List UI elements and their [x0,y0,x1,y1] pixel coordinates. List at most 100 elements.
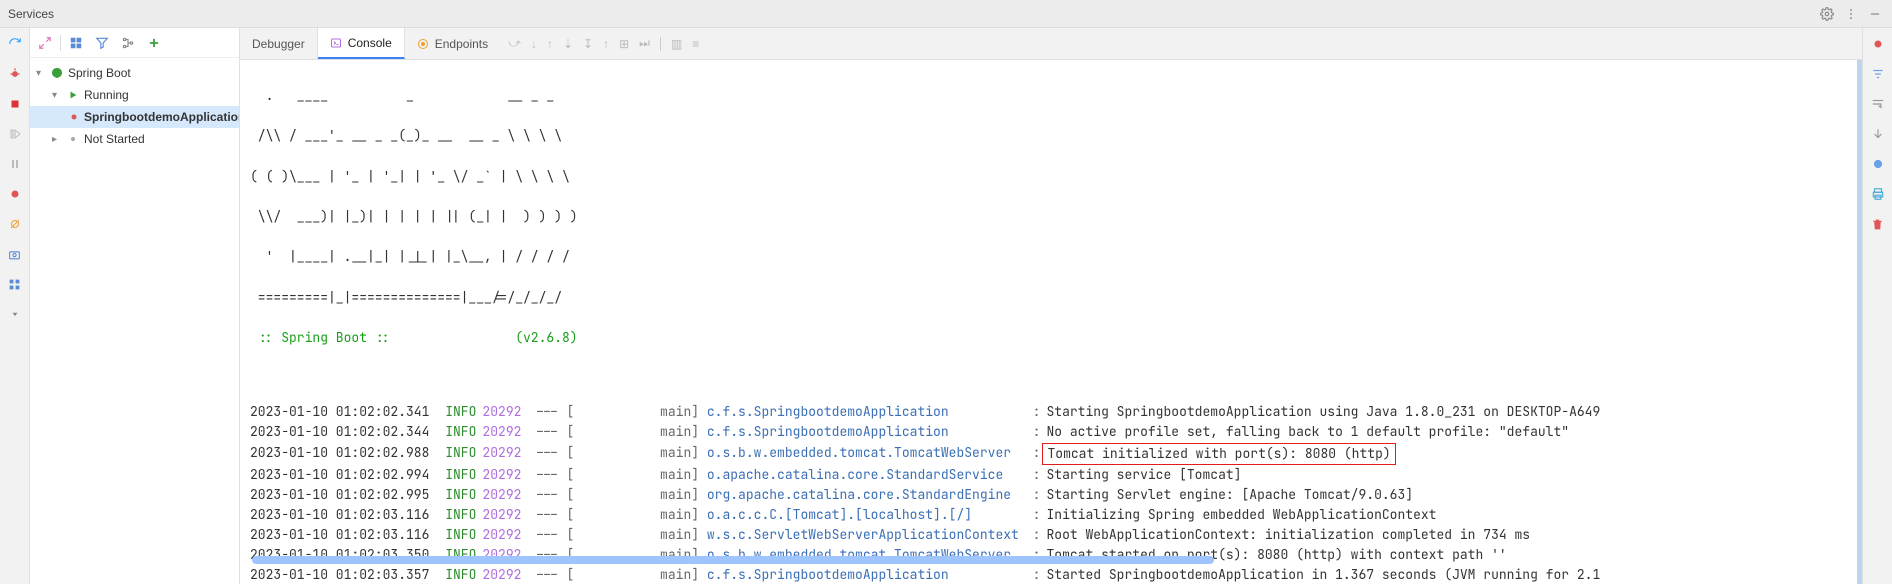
up-icon[interactable]: ↑ [603,37,609,51]
list-icon[interactable]: ≡ [692,37,699,51]
log-dash: --- [527,525,566,545]
log-thread: [ main] [566,505,706,525]
log-sep: : [1033,485,1041,505]
log-timestamp: 2023-01-10 01:02:02.341 [250,402,429,422]
stop-icon[interactable] [6,94,24,114]
pause-icon[interactable] [6,154,24,174]
tree-structure-icon[interactable] [117,32,139,54]
tab-label: Debugger [252,37,305,51]
banner-line: =========|_|==============|___/=/_/_/_/ [250,288,1847,308]
log-dash: --- [527,565,566,584]
log-class: w.s.c.ServletWebServerApplicationContext [707,525,1027,545]
tree-node-notstarted[interactable]: ▸ Not Started [30,128,239,150]
log-line: 2023-01-10 01:02:02.994 INFO20292 --- [ … [250,465,1847,485]
log-level: INFO [437,505,476,525]
tree-label: SpringbootdemoApplication [84,110,239,124]
tabs-row: Debugger Console Endpoints ⤻ ↓ ↑ ⇣ ↧ ↑ ⊞… [240,28,1862,60]
minimize-icon[interactable] [1866,5,1884,23]
tab-console[interactable]: Console [318,28,405,59]
console-output[interactable]: . ____ _ __ _ _ /\\ / ___'_ __ _ _(_)_ _… [240,60,1862,584]
log-timestamp: 2023-01-10 01:02:03.116 [250,525,429,545]
marker-blue-icon[interactable] [1869,154,1887,174]
tree-node-app[interactable]: SpringbootdemoApplication [30,106,239,128]
bug-icon [68,111,80,123]
horizontal-scrollbar[interactable] [252,556,1856,566]
tree-node-running[interactable]: ▾ Running [30,84,239,106]
log-thread: [ main] [566,443,706,465]
log-class: c.f.s.SpringbootdemoApplication [707,565,1027,584]
banner-line: ( ( )\___ | '_ | '_| | '_ \/ _` | \ \ \ … [250,167,1847,187]
log-timestamp: 2023-01-10 01:02:03.357 [250,565,429,584]
grid-icon[interactable] [65,32,87,54]
log-dash: --- [527,443,566,465]
log-timestamp: 2023-01-10 01:02:02.988 [250,443,429,465]
main-body: ▾ Spring Boot ▾ Running SpringbootdemoAp… [0,28,1892,584]
filter-icon[interactable] [91,32,113,54]
step-out-icon[interactable]: ↑ [547,37,553,51]
resume-icon[interactable] [6,124,24,144]
log-class: c.f.s.SpringbootdemoApplication [707,402,1027,422]
log-sep: : [1033,525,1041,545]
run-to-cursor-icon[interactable]: ↧ [583,37,593,51]
content-panel: Debugger Console Endpoints ⤻ ↓ ↑ ⇣ ↧ ↑ ⊞… [240,28,1862,584]
more-icon[interactable] [1842,5,1860,23]
frames-icon[interactable]: ▥ [671,37,682,51]
tab-debugger[interactable]: Debugger [240,28,318,59]
log-class: o.apache.catalina.core.StandardService [707,465,1027,485]
fast-forward-icon[interactable]: ⏭ [639,36,650,51]
settings-icon[interactable] [1818,5,1836,23]
tree-label: Running [84,88,129,102]
panel-title: Services [8,7,1818,21]
caret-down-icon: ▾ [36,68,46,79]
scroll-down-icon[interactable] [1869,124,1887,144]
trash-icon[interactable] [1869,214,1887,234]
tab-label: Console [348,36,392,50]
down-arrow-icon[interactable] [6,304,24,324]
tree-label: Not Started [84,132,145,146]
log-pid: 20292 [482,565,521,584]
log-line: 2023-01-10 01:02:02.995 INFO20292 --- [ … [250,485,1847,505]
tree-node-springboot[interactable]: ▾ Spring Boot [30,62,239,84]
step-over-icon[interactable]: ⤻ [508,36,521,51]
log-line: 2023-01-10 01:02:03.116 INFO20292 --- [ … [250,525,1847,545]
step-force-icon[interactable]: ⇣ [563,37,573,51]
log-sep: : [1033,402,1041,422]
tab-endpoints[interactable]: Endpoints [405,28,500,59]
rerun-icon[interactable] [6,34,24,54]
caret-right-icon: ▸ [52,134,62,145]
step-into-icon[interactable]: ↓ [531,37,537,51]
header-actions [1818,5,1884,23]
banner-line: \\/ ___)| |_)| | | | | || (_| | ) ) ) ) [250,207,1847,227]
log-msg-highlighted: Tomcat initialized with port(s): 8080 (h… [1042,443,1395,465]
log-thread: [ main] [566,402,706,422]
log-level: INFO [437,422,476,442]
add-icon[interactable] [143,32,165,54]
log-pid: 20292 [482,402,521,422]
log-class: o.a.c.c.C.[Tomcat].[localhost].[/] [707,505,1027,525]
scrollbar-thumb[interactable] [252,556,1214,564]
spring-boot-tag: :: Spring Boot :: (v2.6.8) [250,328,1847,348]
log-level: INFO [437,443,476,465]
log-line: 2023-01-10 01:02:03.116 INFO20292 --- [ … [250,505,1847,525]
expand-icon[interactable] [34,32,56,54]
evaluate-icon[interactable]: ⊞ [619,37,629,51]
log-dash: --- [527,505,566,525]
left-gutter [0,28,30,584]
log-pid: 20292 [482,443,521,465]
log-class: org.apache.catalina.core.StandardEngine [707,485,1027,505]
mute-bp-icon[interactable] [6,214,24,234]
camera-icon[interactable] [6,244,24,264]
bug-red-icon[interactable] [1869,34,1887,54]
panel-header: Services [0,0,1892,28]
debug-bug-icon[interactable] [6,64,24,84]
filter-lines-icon[interactable] [1869,64,1887,84]
log-sep: : [1033,565,1041,584]
log-sep: : [1033,465,1041,485]
soft-wrap-icon[interactable] [1869,94,1887,114]
layout-icon[interactable] [6,274,24,294]
banner-line: /\\ / ___'_ __ _ _(_)_ __ __ _ \ \ \ \ [250,126,1847,146]
breakpoint-icon[interactable] [6,184,24,204]
endpoints-icon [417,38,429,50]
leaf-icon [50,67,64,79]
print-icon[interactable] [1869,184,1887,204]
